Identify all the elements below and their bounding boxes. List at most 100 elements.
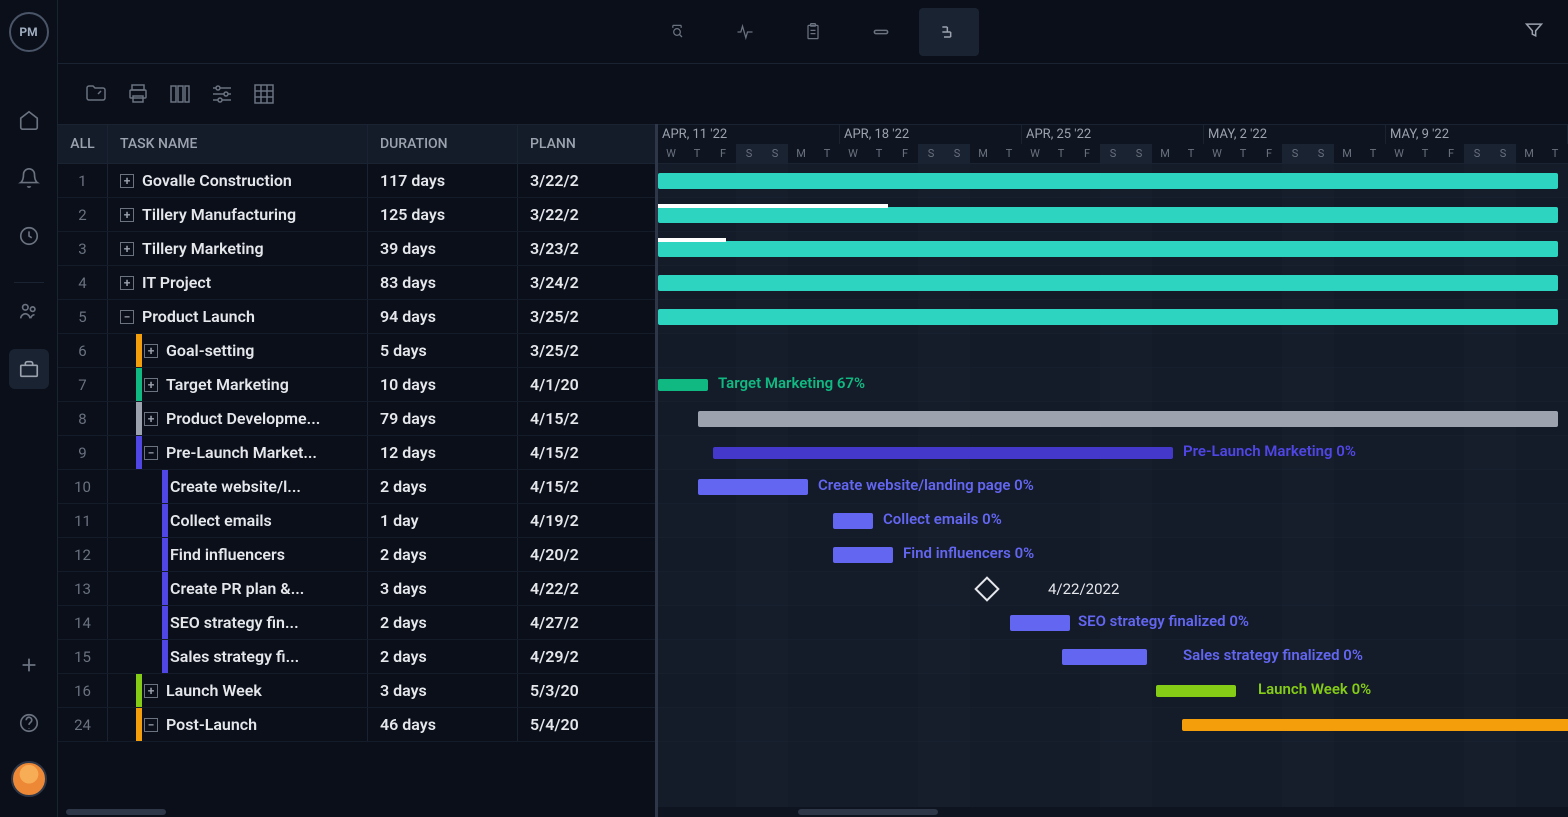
logo[interactable]: PM: [9, 12, 49, 52]
gantt-bar[interactable]: [658, 207, 1558, 223]
gantt-row[interactable]: Find influencers 0%: [658, 538, 1568, 572]
task-name-cell[interactable]: −Post-Launch: [108, 708, 368, 741]
gantt-row[interactable]: [658, 334, 1568, 368]
expand-icon[interactable]: +: [120, 242, 134, 256]
task-row[interactable]: 6+Goal-setting5 days3/25/2: [58, 334, 655, 368]
avatar[interactable]: [11, 761, 47, 797]
gantt-row[interactable]: [658, 164, 1568, 198]
expand-icon[interactable]: +: [120, 174, 134, 188]
gantt-bar[interactable]: [698, 479, 808, 495]
filter-icon[interactable]: [1524, 20, 1544, 44]
gantt-row[interactable]: Sales strategy finalized 0%: [658, 640, 1568, 674]
task-row[interactable]: 7+Target Marketing10 days4/1/20: [58, 368, 655, 402]
task-row[interactable]: 13Create PR plan &...3 days4/22/2: [58, 572, 655, 606]
briefcase-icon[interactable]: [9, 349, 49, 389]
columns-icon[interactable]: [166, 80, 194, 108]
gantt-bar[interactable]: [658, 173, 1558, 189]
task-row[interactable]: 24−Post-Launch46 days5/4/20: [58, 708, 655, 742]
task-name-cell[interactable]: +Product Developme...: [108, 402, 368, 435]
gantt-row[interactable]: [658, 708, 1568, 742]
task-row[interactable]: 15Sales strategy fi...2 days4/29/2: [58, 640, 655, 674]
sliders-icon[interactable]: [208, 80, 236, 108]
gantt-row[interactable]: Create website/landing page 0%: [658, 470, 1568, 504]
gantt-row[interactable]: [658, 232, 1568, 266]
task-row[interactable]: 11Collect emails1 day4/19/2: [58, 504, 655, 538]
task-name-cell[interactable]: +Tillery Manufacturing: [108, 198, 368, 231]
task-row[interactable]: 4+IT Project83 days3/24/2: [58, 266, 655, 300]
gantt-row[interactable]: Collect emails 0%: [658, 504, 1568, 538]
grid-scrollbar[interactable]: [58, 807, 655, 817]
task-row[interactable]: 8+Product Developme...79 days4/15/2: [58, 402, 655, 436]
help-icon[interactable]: [9, 703, 49, 743]
gantt-row[interactable]: [658, 402, 1568, 436]
col-header-all[interactable]: ALL: [58, 125, 108, 163]
collapse-icon[interactable]: −: [144, 446, 158, 460]
task-row[interactable]: 1+Govalle Construction117 days3/22/2: [58, 164, 655, 198]
gantt-bar[interactable]: [1010, 615, 1070, 631]
team-icon[interactable]: [9, 291, 49, 331]
gantt-bar[interactable]: [658, 379, 708, 391]
task-name-cell[interactable]: Create website/l...: [108, 470, 368, 503]
task-name-cell[interactable]: Collect emails: [108, 504, 368, 537]
task-row[interactable]: 14SEO strategy fin...2 days4/27/2: [58, 606, 655, 640]
task-row[interactable]: 9−Pre-Launch Market...12 days4/15/2: [58, 436, 655, 470]
milestone-diamond[interactable]: [974, 576, 999, 601]
task-name-cell[interactable]: Sales strategy fi...: [108, 640, 368, 673]
task-row[interactable]: 2+Tillery Manufacturing125 days3/22/2: [58, 198, 655, 232]
task-row[interactable]: 10Create website/l...2 days4/15/2: [58, 470, 655, 504]
task-name-cell[interactable]: +Tillery Marketing: [108, 232, 368, 265]
expand-icon[interactable]: +: [144, 684, 158, 698]
task-row[interactable]: 16+Launch Week3 days5/3/20: [58, 674, 655, 708]
gantt-row[interactable]: 4/22/2022: [658, 572, 1568, 606]
folder-icon[interactable]: [82, 80, 110, 108]
expand-icon[interactable]: +: [120, 276, 134, 290]
expand-icon[interactable]: +: [144, 344, 158, 358]
gantt-rows[interactable]: Target Marketing 67%Pre-Launch Marketing…: [658, 164, 1568, 807]
task-name-cell[interactable]: Create PR plan &...: [108, 572, 368, 605]
gantt-scrollbar-thumb[interactable]: [798, 809, 938, 815]
task-row[interactable]: 12Find influencers2 days4/20/2: [58, 538, 655, 572]
gantt-bar[interactable]: [833, 513, 873, 529]
task-name-cell[interactable]: Find influencers: [108, 538, 368, 571]
gantt-bar[interactable]: [833, 547, 893, 563]
link-icon[interactable]: [851, 8, 911, 56]
gantt-view-icon[interactable]: [919, 8, 979, 56]
col-header-planned[interactable]: PLANN: [518, 125, 655, 163]
gantt-row[interactable]: [658, 198, 1568, 232]
expand-icon[interactable]: +: [120, 208, 134, 222]
gantt-bar[interactable]: [658, 241, 1558, 257]
task-name-cell[interactable]: +Govalle Construction: [108, 164, 368, 197]
clock-icon[interactable]: [9, 216, 49, 256]
gantt-row[interactable]: [658, 300, 1568, 334]
task-name-cell[interactable]: SEO strategy fin...: [108, 606, 368, 639]
gantt-bar[interactable]: [698, 411, 1558, 427]
grid-icon[interactable]: [250, 80, 278, 108]
expand-icon[interactable]: +: [144, 412, 158, 426]
expand-icon[interactable]: +: [144, 378, 158, 392]
gantt-bar[interactable]: [658, 275, 1558, 291]
gantt-bar[interactable]: [713, 447, 1173, 459]
task-name-cell[interactable]: +Target Marketing: [108, 368, 368, 401]
gantt-row[interactable]: Target Marketing 67%: [658, 368, 1568, 402]
print-icon[interactable]: [124, 80, 152, 108]
task-name-cell[interactable]: +IT Project: [108, 266, 368, 299]
gantt-scrollbar[interactable]: [658, 807, 1568, 817]
task-name-cell[interactable]: +Goal-setting: [108, 334, 368, 367]
gantt-bar[interactable]: [1062, 649, 1147, 665]
task-row[interactable]: 5−Product Launch94 days3/25/2: [58, 300, 655, 334]
plus-icon[interactable]: [9, 645, 49, 685]
task-name-cell[interactable]: −Product Launch: [108, 300, 368, 333]
collapse-icon[interactable]: −: [144, 718, 158, 732]
activity-icon[interactable]: [715, 8, 775, 56]
task-name-cell[interactable]: +Launch Week: [108, 674, 368, 707]
gantt-bar[interactable]: [658, 309, 1558, 325]
col-header-name[interactable]: TASK NAME: [108, 125, 368, 163]
task-name-cell[interactable]: −Pre-Launch Market...: [108, 436, 368, 469]
gantt-bar[interactable]: [1156, 685, 1236, 697]
search-icon[interactable]: [647, 8, 707, 56]
grid-scrollbar-thumb[interactable]: [66, 809, 166, 815]
col-header-duration[interactable]: DURATION: [368, 125, 518, 163]
gantt-row[interactable]: Launch Week 0%: [658, 674, 1568, 708]
bell-icon[interactable]: [9, 158, 49, 198]
gantt-row[interactable]: [658, 266, 1568, 300]
